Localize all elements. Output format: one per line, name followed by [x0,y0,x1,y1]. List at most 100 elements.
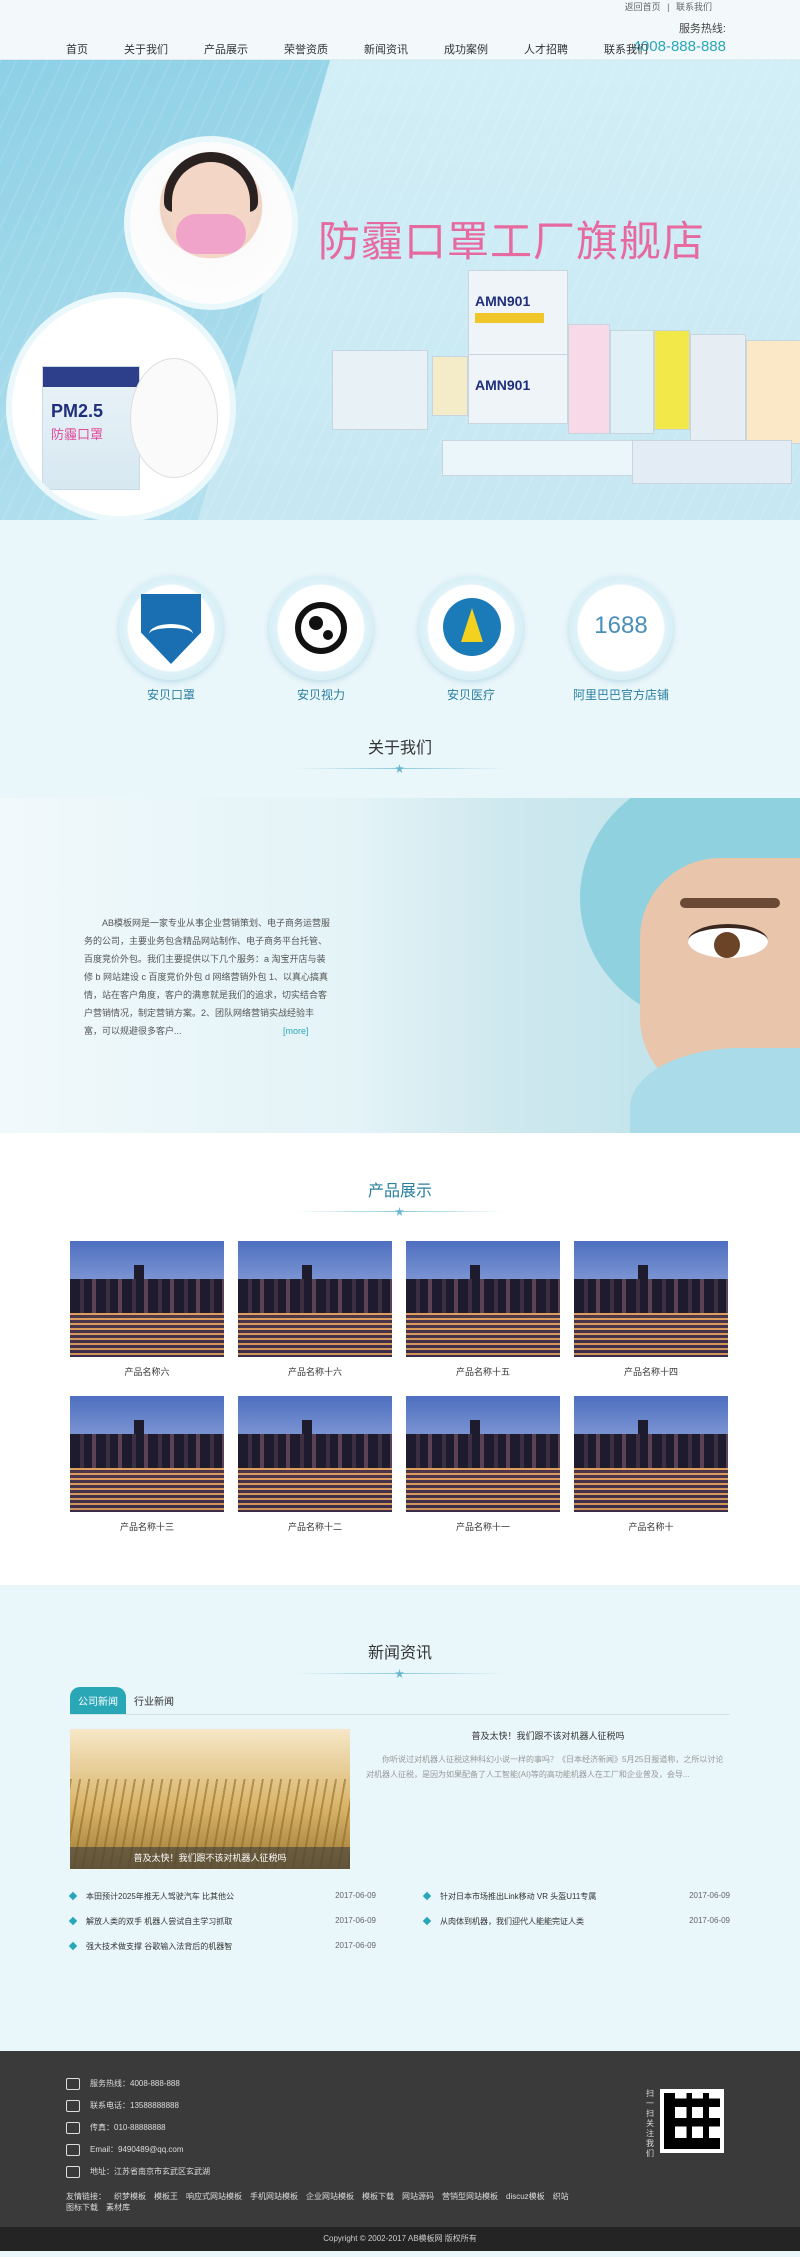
title-divider [295,1207,505,1216]
friend-link[interactable]: 营销型网站模板 [442,2191,498,2202]
product-card[interactable]: 产品名称十六 [238,1241,392,1378]
nav-news[interactable]: 新闻资讯 [364,41,408,57]
friend-link[interactable]: 图标下载 [66,2202,98,2213]
news-item-title[interactable]: 本田预计2025年推无人驾驶汽车 比其他公 [70,1891,234,1902]
copyright: Copyright © 2002-2017 AB模板网 版权所有 [0,2227,800,2251]
top-links: 返回首页 | 联系我们 [623,0,714,13]
product-image[interactable] [238,1396,392,1512]
product-box [442,440,642,476]
brand-label: 阿里巴巴官方店铺 [572,688,669,702]
product-name[interactable]: 产品名称十 [574,1520,728,1533]
box-label: AMN901 [475,377,531,393]
friend-link[interactable]: 手机网站模板 [250,2191,298,2202]
product-image[interactable] [574,1396,728,1512]
products-title: 产品展示 [367,1183,432,1200]
tab-industry-news[interactable]: 行业新闻 [126,1687,182,1714]
news-item-title[interactable]: 解放人类的双手 机器人尝试自主学习抓取 [70,1916,232,1927]
nav-contact[interactable]: 联系我们 [604,41,648,57]
brand-label: 安贝视力 [296,688,345,702]
home-link[interactable]: 返回首页 [625,2,661,12]
friend-link[interactable]: 网站源码 [402,2191,434,2202]
star-icon [395,1669,404,1678]
product-card[interactable]: 产品名称六 [70,1241,224,1378]
featured-news-text: 你听说过对机器人征税这种科幻小说一样的事吗？《日本经济新闻》5月25日报道称，之… [366,1755,724,1779]
featured-news-caption[interactable]: 普及太快！我们跟不该对机器人征税吗 [70,1847,350,1869]
product-card[interactable]: 产品名称十 [574,1396,728,1533]
brand-anbei-vision[interactable]: 安贝视力 [266,576,376,703]
fax-icon [66,2122,80,2134]
friend-link[interactable]: discuz模板 [506,2191,545,2202]
product-image[interactable] [70,1241,224,1357]
product-card[interactable]: 产品名称十五 [406,1241,560,1378]
footer-hotline: 服务热线：4008-888-888 [90,2079,180,2088]
more-link[interactable]: [more] [283,1026,309,1036]
star-icon [395,1207,404,1216]
product-name[interactable]: 产品名称十一 [406,1520,560,1533]
about-heading: 关于我们 [0,720,800,798]
nav-home[interactable]: 首页 [66,41,88,57]
news-item-title[interactable]: 强大技术做支撑 谷歌输入法背后的机器智 [70,1941,232,1952]
friend-links-label: 友情链接： [66,2192,106,2201]
nav-about[interactable]: 关于我们 [124,41,168,57]
nav-cases[interactable]: 成功案例 [444,41,488,57]
nav-jobs[interactable]: 人才招聘 [524,41,568,57]
news-item[interactable]: 从肉体到机器，我们迎代人能能完证人类 2017-06-09 [424,1916,730,1927]
news-title: 新闻资讯 [367,1645,432,1662]
product-box [654,330,690,430]
product-box: AMN901 [468,354,568,424]
news-item-title[interactable]: 针对日本市场推出Link移动 VR 头盔U11专属 [424,1891,596,1902]
news-item-title[interactable]: 从肉体到机器，我们迎代人能能完证人类 [424,1916,584,1927]
product-image[interactable] [574,1241,728,1357]
friend-links: 友情链接： 织梦模板 模板王 响应式网站模板 手机网站模板 企业网站模板 模板下… [66,2191,586,2213]
brand-anbei-medical[interactable]: 安贝医疗 [416,576,526,703]
featured-news-image[interactable]: 普及太快！我们跟不该对机器人征税吗 [70,1729,350,1869]
friend-link[interactable]: 响应式网站模板 [186,2191,242,2202]
brand-label: 安贝医疗 [446,688,495,702]
friend-link[interactable]: 模板下载 [362,2191,394,2202]
news-section: 新闻资讯 公司新闻 行业新闻 普及太快！我们跟不该对机器人征税吗 普及太快！我们… [0,1585,800,2051]
brand-alibaba-store[interactable]: 1688 阿里巴巴官方店铺 [566,576,676,703]
contact-link[interactable]: 联系我们 [676,2,712,12]
product-image[interactable] [70,1396,224,1512]
product-image[interactable] [406,1241,560,1357]
product-image[interactable] [238,1241,392,1357]
footer-phone: 联系电话：13588888888 [90,2101,179,2110]
product-name[interactable]: 产品名称十六 [238,1365,392,1378]
news-item-date: 2017-06-09 [335,1891,376,1900]
product-name[interactable]: 产品名称十五 [406,1365,560,1378]
product-image[interactable] [406,1396,560,1512]
friend-link[interactable]: 模板王 [154,2191,178,2202]
news-item[interactable]: 针对日本市场推出Link移动 VR 头盔U11专属 2017-06-09 [424,1891,730,1902]
product-name[interactable]: 产品名称十三 [70,1520,224,1533]
nav-honors[interactable]: 荣誉资质 [284,41,328,57]
footer-email[interactable]: Email：9490489@qq.com [90,2139,184,2161]
friend-link[interactable]: 素材库 [106,2202,130,2213]
news-item[interactable]: 本田预计2025年推无人驾驶汽车 比其他公 2017-06-09 [70,1891,376,1902]
product-name[interactable]: 产品名称十四 [574,1365,728,1378]
product-name[interactable]: 产品名称十二 [238,1520,392,1533]
brand-anbei-mask[interactable]: 安贝口罩 [116,576,226,703]
product-card[interactable]: 产品名称十三 [70,1396,224,1533]
box-label: AMN901 [475,293,531,309]
friend-link[interactable]: 织梦模板 [114,2191,146,2202]
about-section: AB模板网是一家专业从事企业营销策划、电子商务运营服务的公司，主要业务包含精品网… [0,798,800,1133]
title-divider [295,1669,505,1678]
product-card[interactable]: 产品名称十四 [574,1241,728,1378]
headset-icon [66,2078,80,2090]
friend-link[interactable]: 织站 [553,2191,569,2202]
friend-link[interactable]: 企业网站模板 [306,2191,354,2202]
featured-news-title[interactable]: 普及太快！我们跟不该对机器人征税吗 [366,1729,730,1742]
news-item[interactable]: 解放人类的双手 机器人尝试自主学习抓取 2017-06-09 [70,1916,376,1927]
product-card[interactable]: 产品名称十二 [238,1396,392,1533]
doctor-eye [688,924,768,958]
nav-products[interactable]: 产品展示 [204,41,248,57]
banner-title: 防霾口罩工厂旗舰店 [318,217,706,266]
product-card[interactable]: 产品名称十一 [406,1396,560,1533]
hero-banner[interactable]: PM2.5 防霾口罩 防霾口罩工厂旗舰店 AMN901 AMN901 [0,60,800,520]
tab-company-news[interactable]: 公司新闻 [70,1687,126,1714]
footer-address: 地址：江苏省南京市玄武区玄武湖 [90,2167,210,2176]
product-name[interactable]: 产品名称六 [70,1365,224,1378]
product-box [690,334,746,444]
news-item[interactable]: 强大技术做支撑 谷歌输入法背后的机器智 2017-06-09 [70,1941,376,1952]
sailboat-logo-icon [443,598,501,656]
